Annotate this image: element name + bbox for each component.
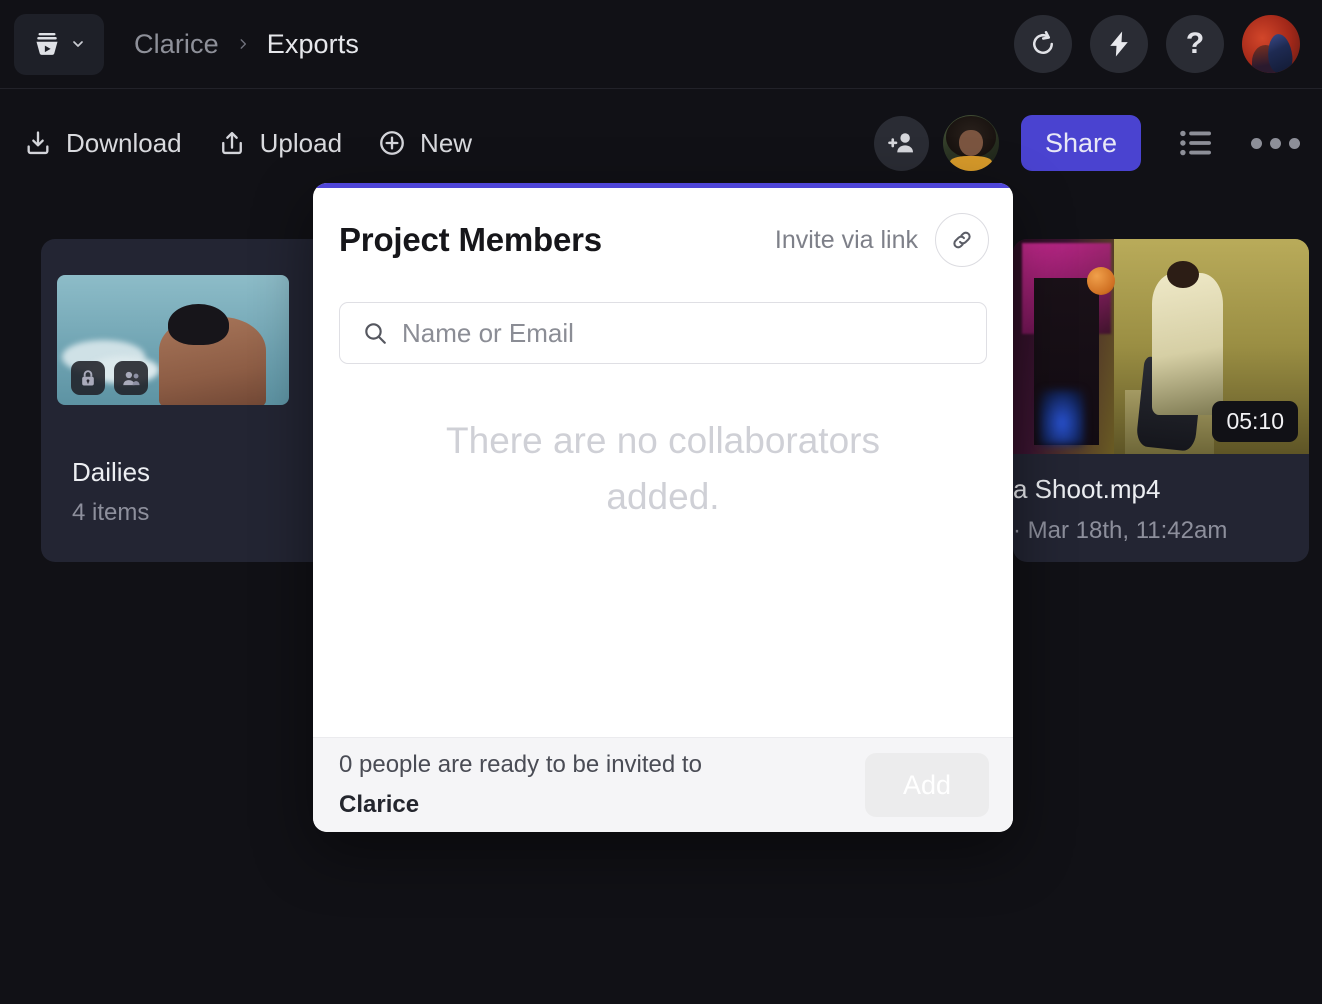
- modal-footer: 0 people are ready to be invited to Clar…: [313, 737, 1013, 832]
- top-bar-actions: ?: [1014, 15, 1300, 73]
- share-button[interactable]: Share: [1021, 115, 1141, 171]
- video-card[interactable]: 05:10 a Shoot.mp4 · Mar 18th, 11:42am: [1013, 239, 1309, 562]
- people-icon: [121, 368, 142, 389]
- video-thumbnail: 05:10: [1013, 239, 1309, 454]
- modal-title: Project Members: [339, 221, 602, 259]
- toolbar-right-actions: Share: [874, 115, 1300, 171]
- frameio-logo-icon: [32, 29, 62, 59]
- download-icon: [24, 129, 52, 157]
- breadcrumb-current[interactable]: Exports: [267, 29, 359, 60]
- more-dot-2: [1270, 138, 1281, 149]
- member-avatar[interactable]: [943, 115, 999, 171]
- lightning-button[interactable]: [1090, 15, 1148, 73]
- more-options-button[interactable]: [1251, 138, 1300, 149]
- invite-summary-project: Clarice: [339, 791, 419, 818]
- modal-header: Project Members Invite via link: [313, 188, 1013, 292]
- thumb-blue-light: [1040, 390, 1084, 446]
- folder-item-count: 4 items: [72, 499, 149, 527]
- avatar-shirt: [950, 156, 993, 171]
- video-duration-badge: 05:10: [1212, 401, 1298, 442]
- chevron-down-icon: [70, 36, 86, 52]
- thumb-person-body: [1152, 273, 1223, 415]
- invite-via-link-button[interactable]: Invite via link: [775, 226, 918, 255]
- workspace-switcher-button[interactable]: [14, 14, 104, 75]
- folder-title: Dailies: [72, 457, 150, 488]
- thumb-basketball: [1087, 267, 1115, 295]
- member-search-wrapper[interactable]: [339, 302, 987, 364]
- project-members-modal: Project Members Invite via link There ar…: [313, 183, 1013, 832]
- copy-link-button[interactable]: [935, 213, 989, 267]
- new-button[interactable]: New: [378, 128, 472, 159]
- collaborators-badge[interactable]: [114, 361, 148, 395]
- video-timestamp: · Mar 18th, 11:42am: [1013, 517, 1227, 545]
- share-label: Share: [1045, 128, 1117, 159]
- list-view-icon[interactable]: [1179, 128, 1213, 158]
- thumb-person-hair: [168, 304, 228, 346]
- lightning-bolt-icon: [1104, 29, 1134, 59]
- help-button[interactable]: ?: [1166, 15, 1224, 73]
- more-dot-3: [1289, 138, 1300, 149]
- upload-button[interactable]: Upload: [218, 128, 342, 159]
- breadcrumb-root[interactable]: Clarice: [134, 29, 219, 60]
- add-person-icon: [887, 128, 917, 158]
- empty-state-message: There are no collaborators added.: [313, 413, 1013, 525]
- download-label: Download: [66, 128, 182, 159]
- upload-label: Upload: [260, 128, 342, 159]
- refresh-button[interactable]: [1014, 15, 1072, 73]
- video-title: a Shoot.mp4: [1013, 474, 1160, 505]
- upload-icon: [218, 129, 246, 157]
- lock-icon: [78, 368, 98, 388]
- invite-summary-prefix: 0 people are ready to be invited to: [339, 751, 702, 778]
- folder-badges: [71, 361, 148, 395]
- chevron-right-icon: [236, 35, 250, 53]
- member-search-input[interactable]: [402, 318, 970, 349]
- add-button[interactable]: Add: [865, 753, 989, 817]
- invite-summary: 0 people are ready to be invited to Clar…: [339, 745, 702, 824]
- more-dot-1: [1251, 138, 1262, 149]
- download-button[interactable]: Download: [24, 128, 182, 159]
- folder-thumbnail: [57, 275, 289, 405]
- account-avatar[interactable]: [1242, 15, 1300, 73]
- question-mark-icon: ?: [1186, 29, 1204, 59]
- top-bar: Clarice Exports ?: [0, 0, 1322, 89]
- invite-people-button[interactable]: [874, 116, 929, 171]
- lock-badge[interactable]: [71, 361, 105, 395]
- plus-circle-icon: [378, 129, 406, 157]
- link-icon: [949, 227, 975, 253]
- new-label: New: [420, 128, 472, 159]
- breadcrumb: Clarice Exports: [134, 29, 359, 60]
- folder-card-dailies[interactable]: Dailies 4 items: [41, 239, 337, 562]
- search-icon: [362, 320, 388, 346]
- action-toolbar: Download Upload New Share: [0, 89, 1322, 197]
- refresh-icon: [1028, 29, 1058, 59]
